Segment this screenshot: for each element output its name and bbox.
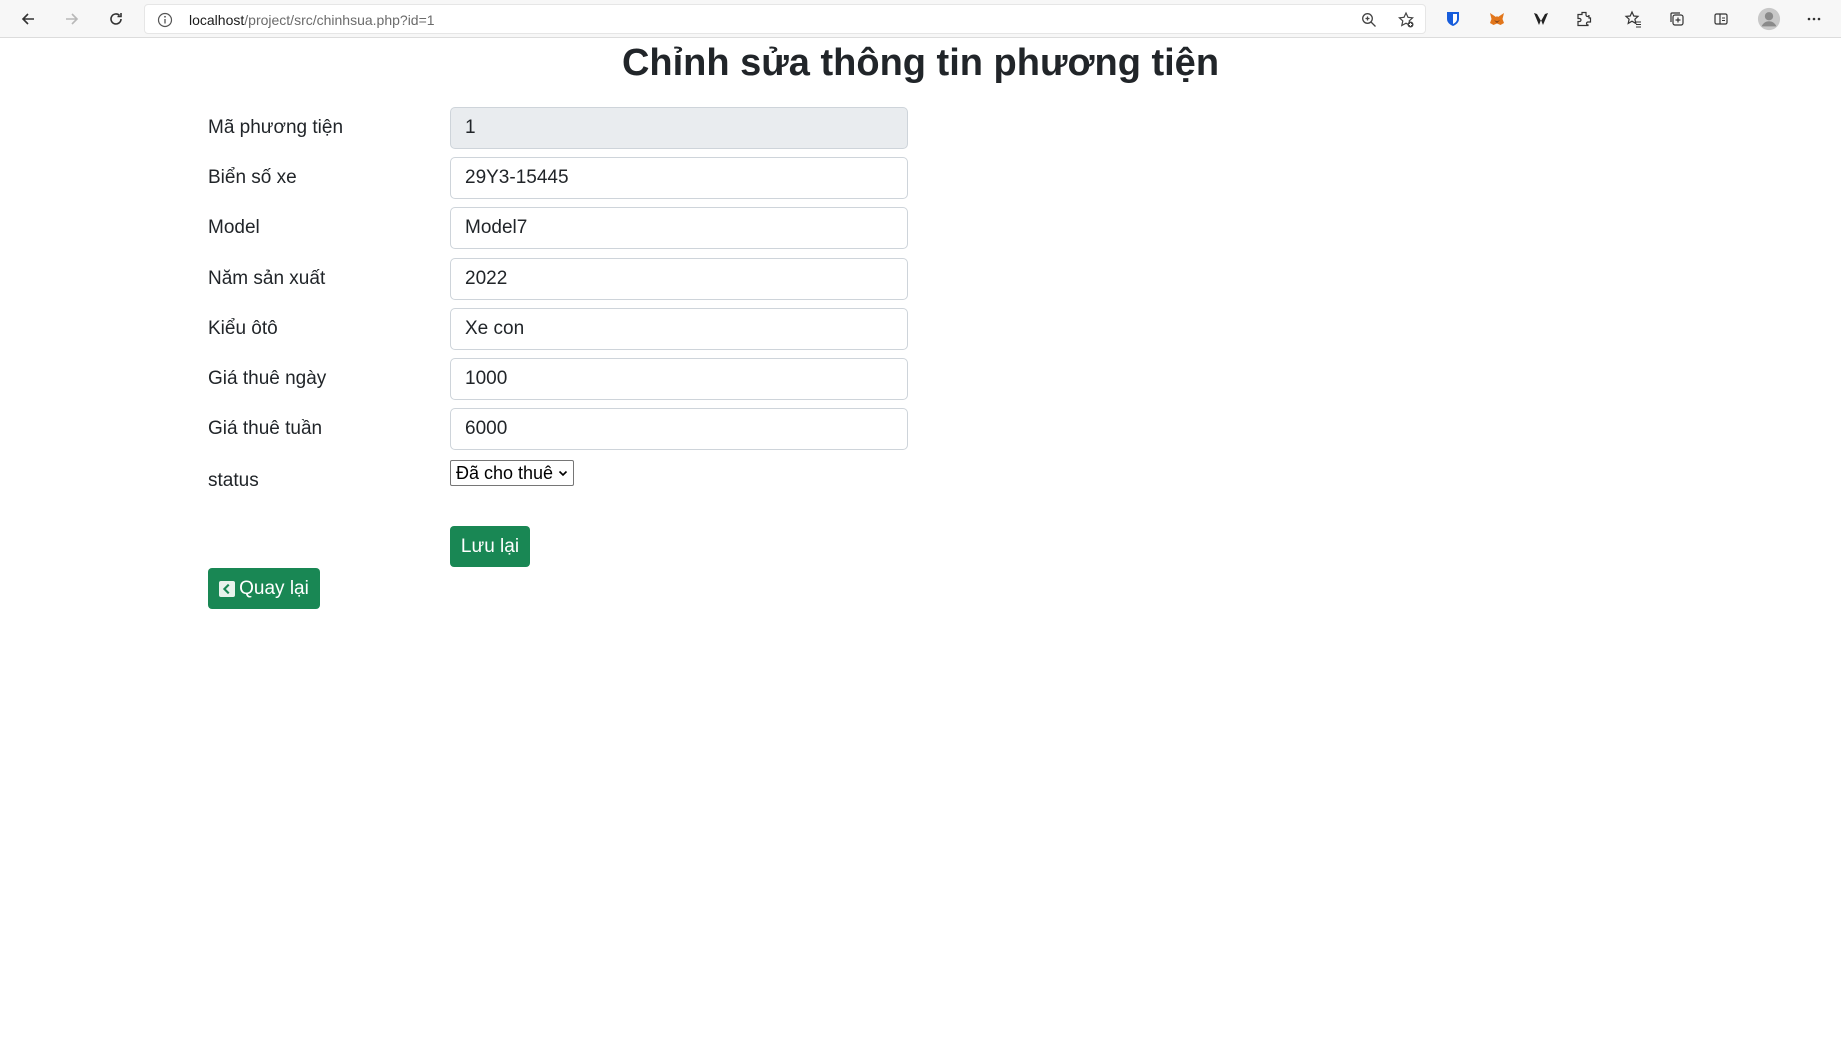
vehicle-id-input[interactable]: 1 — [450, 107, 908, 149]
extensions-icon — [1577, 11, 1592, 27]
address-bar[interactable]: localhost/project/src/chinhsua.php?id=1 — [144, 4, 1426, 34]
status-select[interactable]: Đã cho thuê — [450, 460, 575, 486]
refresh-button[interactable] — [102, 5, 130, 33]
car-type-input[interactable]: Xe con — [450, 308, 908, 350]
field-label: Kiểu ôtô — [208, 318, 278, 339]
favorites-button[interactable] — [1623, 9, 1643, 29]
sidebar-icon — [1714, 13, 1728, 25]
back-button[interactable] — [14, 5, 42, 33]
wallet-extension[interactable] — [1531, 9, 1551, 29]
favorites-icon — [1624, 10, 1641, 28]
more-button[interactable] — [1804, 9, 1824, 29]
forward-arrow-icon — [66, 13, 79, 25]
metamask-extension[interactable] — [1487, 9, 1507, 29]
profile-button[interactable] — [1756, 6, 1782, 32]
collections-icon — [1670, 12, 1684, 26]
more-icon — [1807, 17, 1821, 21]
save-button-label: Lưu lại — [460, 535, 520, 557]
page-title: Chỉnh sửa thông tin phương tiện — [621, 42, 1220, 84]
field-label: Giá thuê tuần — [208, 418, 323, 439]
back-button-page[interactable]: Quay lại — [208, 568, 320, 609]
browser-toolbar: localhost/project/src/chinhsua.php?id=1 — [0, 0, 1841, 38]
model-input[interactable]: Model7 — [450, 207, 908, 249]
save-button[interactable]: Lưu lại — [450, 526, 530, 567]
forward-button[interactable] — [58, 5, 86, 33]
field-label: Năm sản xuất — [208, 268, 326, 289]
profile-avatar-icon — [1757, 7, 1781, 31]
refresh-icon — [110, 13, 122, 25]
url-path: /project/src/chinhsua.php?id=1 — [244, 12, 435, 28]
field-label: Model — [208, 217, 260, 238]
chevron-down-icon — [559, 470, 568, 477]
daily-price-input[interactable]: 1000 — [450, 358, 908, 400]
wallet-icon — [1534, 13, 1548, 25]
chevron-left-icon — [219, 580, 236, 597]
field-label: status — [208, 470, 259, 491]
license-plate-input[interactable]: 29Y3-15445 — [450, 157, 908, 199]
year-input[interactable]: 2022 — [450, 258, 908, 300]
extensions-button[interactable] — [1574, 9, 1594, 29]
bitwarden-icon — [1447, 12, 1459, 26]
collections-button[interactable] — [1667, 9, 1687, 29]
info-icon[interactable] — [157, 12, 173, 28]
zoom-icon[interactable] — [1360, 11, 1378, 29]
field-label: Giá thuê ngày — [208, 368, 327, 389]
sidebar-button[interactable] — [1711, 9, 1731, 29]
back-button-label: Quay lại — [239, 577, 309, 599]
weekly-price-input[interactable]: 6000 — [450, 408, 908, 450]
bitwarden-extension[interactable] — [1443, 9, 1463, 29]
back-arrow-icon — [21, 13, 34, 25]
field-label: Biển số xe — [208, 167, 297, 188]
field-label: Mã phương tiện — [208, 117, 344, 138]
status-selected-value: Đã cho thuê — [456, 463, 554, 483]
metamask-icon — [1490, 13, 1504, 25]
url-text[interactable]: localhost/project/src/chinhsua.php?id=1 — [189, 12, 435, 28]
favorite-add-icon[interactable] — [1397, 11, 1415, 29]
url-host: localhost — [189, 12, 245, 28]
